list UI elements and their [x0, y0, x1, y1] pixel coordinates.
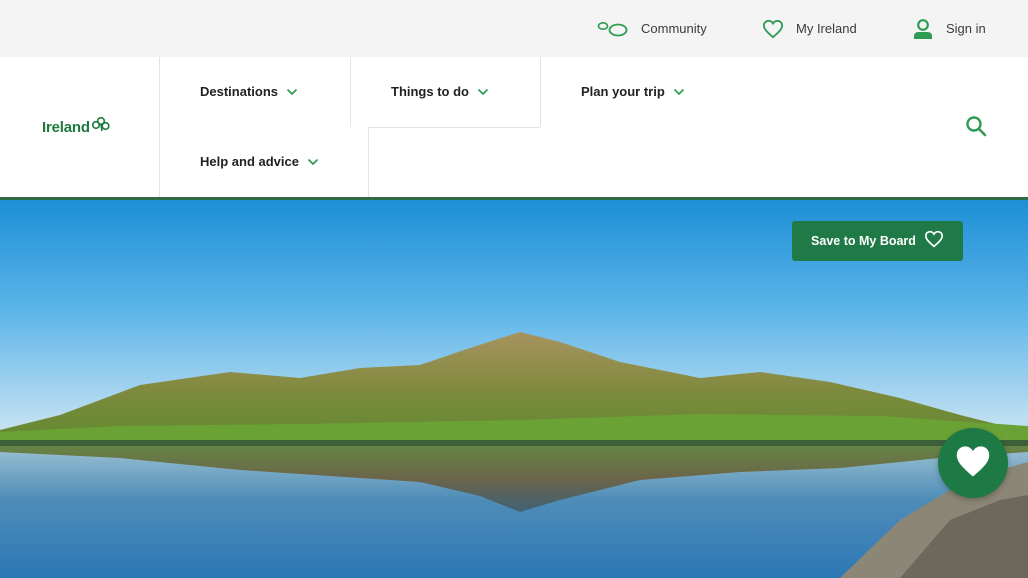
favourites-button[interactable]: [938, 428, 1008, 498]
chevron-down-icon: [307, 158, 319, 166]
nav-divider: [159, 57, 160, 197]
community-label: Community: [641, 21, 707, 36]
sign-in-label: Sign in: [946, 21, 986, 36]
search-button[interactable]: [964, 115, 988, 142]
my-ireland-link[interactable]: My Ireland: [762, 0, 857, 57]
nav-divider: [350, 57, 351, 127]
heart-outline-icon: [762, 19, 784, 39]
nav-label: Help and advice: [200, 154, 299, 169]
nav-divider: [540, 57, 541, 127]
chevron-down-icon: [477, 88, 489, 96]
chevron-down-icon: [286, 88, 298, 96]
save-to-board-button[interactable]: Save to My Board: [792, 221, 963, 261]
community-link[interactable]: Community: [596, 0, 707, 57]
heart-filled-icon: [954, 444, 992, 483]
main-header: [0, 57, 1028, 197]
person-icon: [912, 18, 934, 40]
heart-outline-icon: [924, 230, 944, 253]
sign-in-link[interactable]: Sign in: [912, 0, 986, 57]
shamrock-icon: [91, 116, 111, 137]
logo-text: Ireland: [42, 119, 90, 136]
my-ireland-label: My Ireland: [796, 21, 857, 36]
nav-things-to-do[interactable]: Things to do: [391, 84, 489, 99]
nav-help-and-advice[interactable]: Help and advice: [200, 154, 319, 169]
ireland-logo[interactable]: Ireland: [42, 116, 111, 137]
nav-label: Things to do: [391, 84, 469, 99]
nav-divider: [368, 127, 540, 128]
utility-bar: Community My Ireland Sign in: [0, 0, 1028, 57]
nav-label: Destinations: [200, 84, 279, 99]
nav-divider: [368, 127, 369, 197]
community-icon: [596, 20, 629, 38]
nav-plan-your-trip[interactable]: Plan your trip: [581, 84, 685, 99]
nav-destinations[interactable]: Destinations: [200, 84, 298, 99]
chevron-down-icon: [673, 88, 685, 96]
nav-label: Plan your trip: [581, 84, 665, 99]
search-icon: [965, 115, 987, 142]
save-button-label: Save to My Board: [811, 234, 916, 248]
